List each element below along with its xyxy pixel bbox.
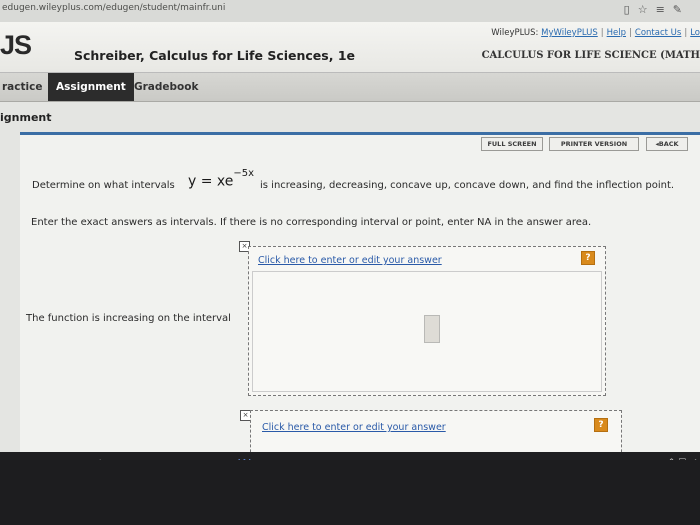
top-links: WileyPLUS: MyWileyPLUS | Help | Contact Us | L… bbox=[491, 28, 700, 38]
word-icon[interactable]: W bbox=[238, 458, 251, 460]
edit-answer-link-2[interactable]: Click here to enter or edit your answer bbox=[262, 422, 446, 433]
back-button[interactable]: ◂BACK bbox=[646, 137, 688, 151]
browser-icons: ▯☆≡✎ bbox=[624, 3, 690, 16]
back-label: BACK bbox=[658, 140, 679, 148]
help-icon[interactable]: ? bbox=[594, 418, 608, 432]
browser-bar: edugen.wileyplus.com/edugen/student/main… bbox=[0, 0, 700, 23]
annotate-icon[interactable]: ✎ bbox=[673, 3, 690, 16]
tab-gradebook[interactable]: Gradebook bbox=[126, 73, 206, 101]
printer-version-button[interactable]: PRINTER VERSION bbox=[549, 137, 639, 151]
microphone-icon[interactable]: ♪ bbox=[96, 458, 104, 460]
hub-icon[interactable]: ≡ bbox=[656, 3, 673, 16]
screen: edugen.wileyplus.com/edugen/student/main… bbox=[0, 0, 700, 460]
instructions: Enter the exact answers as intervals. If… bbox=[31, 217, 592, 228]
question-prefix: Determine on what intervals bbox=[32, 180, 175, 191]
question-suffix: is increasing, decreasing, concave up, c… bbox=[260, 180, 675, 191]
formula: y = xe−5x bbox=[188, 168, 254, 190]
system-tray[interactable]: ^ ☐ ◁ bbox=[668, 458, 696, 460]
answer-placeholder[interactable] bbox=[424, 315, 440, 343]
formula-base: y = xe bbox=[188, 173, 234, 190]
file-explorer-icon[interactable]: ▬ bbox=[168, 458, 180, 460]
site-header: JS Schreiber, Calculus for Life Sciences… bbox=[0, 22, 700, 72]
taskbar: ♪ ▢ ▬ e W ◉ ^ ☐ ◁ bbox=[0, 452, 700, 460]
mywileyplus-link[interactable]: MyWileyPLUS bbox=[541, 28, 598, 38]
section-heading: ignment bbox=[0, 111, 52, 124]
edge-icon[interactable]: e bbox=[204, 458, 212, 460]
help-icon[interactable]: ? bbox=[581, 251, 595, 265]
tab-assignment[interactable]: Assignment bbox=[48, 73, 134, 101]
increasing-label: The function is increasing on the interv… bbox=[26, 313, 231, 324]
address-bar[interactable]: edugen.wileyplus.com/edugen/student/main… bbox=[2, 3, 225, 13]
full-screen-button[interactable]: FULL SCREEN bbox=[481, 137, 543, 151]
wileyplus-logo: JS bbox=[0, 30, 32, 60]
edit-answer-link[interactable]: Click here to enter or edit your answer bbox=[258, 255, 442, 266]
chrome-icon[interactable]: ◉ bbox=[272, 458, 283, 460]
contact-us-link[interactable]: Contact Us bbox=[635, 28, 681, 38]
wileyplus-label: WileyPLUS: bbox=[491, 28, 539, 38]
help-link[interactable]: Help bbox=[607, 28, 626, 38]
nav-bar: ractice Assignment Gradebook bbox=[0, 72, 700, 102]
task-view-icon[interactable]: ▢ bbox=[128, 458, 140, 460]
course-title: Schreiber, Calculus for Life Sciences, 1… bbox=[74, 48, 356, 63]
reading-view-icon[interactable]: ▯ bbox=[624, 3, 638, 16]
tab-practice[interactable]: ractice bbox=[0, 73, 50, 101]
formula-exponent: −5x bbox=[233, 168, 255, 179]
logout-link[interactable]: Lo bbox=[690, 28, 700, 38]
favorite-star-icon[interactable]: ☆ bbox=[638, 3, 656, 16]
course-name: CALCULUS FOR LIFE SCIENCE (MATH bbox=[481, 50, 700, 61]
